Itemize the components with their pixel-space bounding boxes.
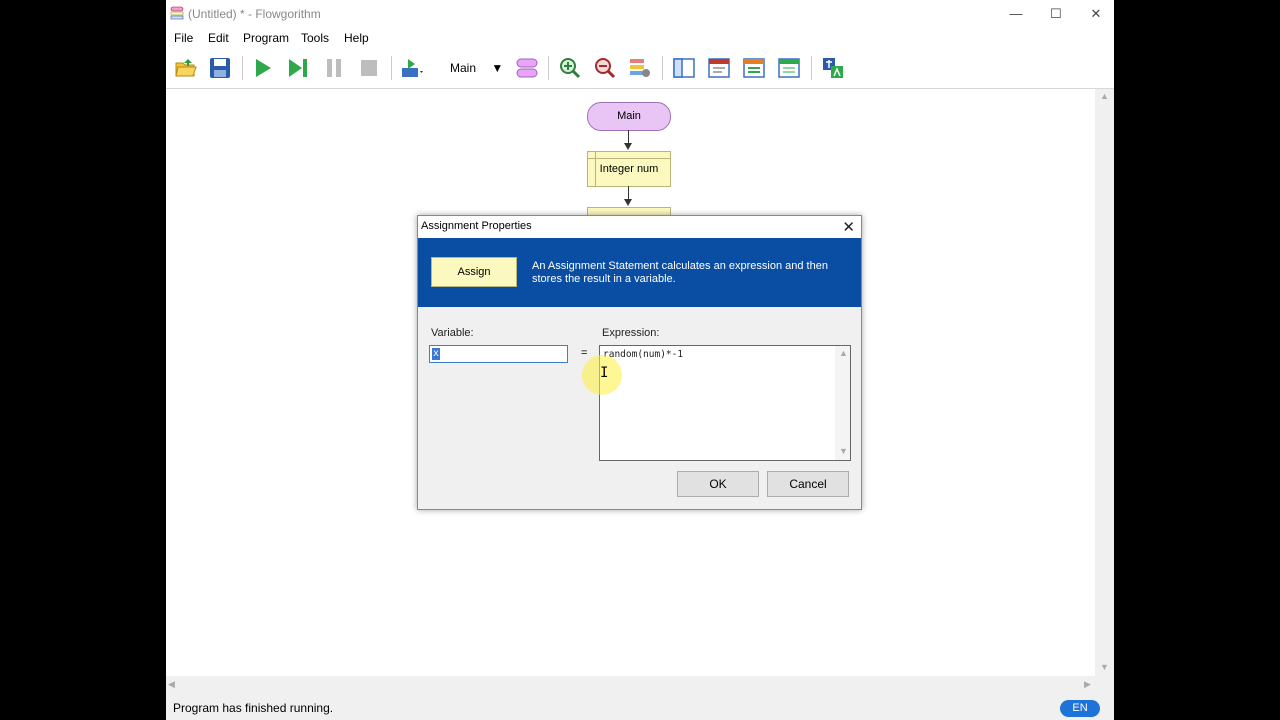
toolbar-separator <box>662 56 663 80</box>
function-select[interactable]: Main ▼ <box>450 58 503 78</box>
console-window-icon[interactable] <box>707 56 731 80</box>
toolbar-separator <box>391 56 392 80</box>
status-bar: Program has finished running. EN <box>166 696 1114 720</box>
step-icon[interactable] <box>286 56 310 80</box>
toolbar-separator <box>242 56 243 80</box>
expression-input-value: random(num)*-1 <box>603 349 684 360</box>
run-icon[interactable] <box>251 56 275 80</box>
maximize-icon[interactable]: ☐ <box>1038 4 1074 24</box>
scroll-right-icon[interactable]: ▶ <box>1084 679 1091 690</box>
manage-functions-icon[interactable] <box>515 56 539 80</box>
source-code-window-icon[interactable] <box>777 56 801 80</box>
close-icon[interactable]: ✕ <box>842 218 855 236</box>
horizontal-scrollbar[interactable]: ◀ ▶ <box>166 676 1095 694</box>
dialog-title-bar: Assignment Properties ✕ <box>418 216 861 238</box>
scroll-up-icon[interactable]: ▲ <box>1100 91 1109 101</box>
layout-settings-icon[interactable] <box>628 56 652 80</box>
dialog-description: An Assignment Statement calculates an ex… <box>532 260 828 285</box>
zoom-out-icon[interactable] <box>593 56 617 80</box>
scroll-down-icon[interactable]: ▼ <box>839 446 848 456</box>
split-view-icon[interactable] <box>672 56 696 80</box>
flow-arrow-head <box>624 143 632 150</box>
expression-scrollbar[interactable]: ▲ ▼ <box>835 346 850 460</box>
toolbar: Main ▼ <box>166 48 1114 89</box>
menu-tools[interactable]: Tools <box>301 31 329 45</box>
window-title: (Untitled) * - Flowgorithm <box>188 7 321 21</box>
text-cursor-icon: I <box>600 365 609 381</box>
scroll-up-icon[interactable]: ▲ <box>839 348 848 358</box>
status-message: Program has finished running. <box>173 701 334 715</box>
menu-bar: File Edit Program Tools Help <box>166 28 1114 48</box>
flow-arrow-head <box>624 199 632 206</box>
menu-file[interactable]: File <box>174 31 193 45</box>
variables-window-icon[interactable] <box>742 56 766 80</box>
assign-shape-preview: Assign <box>431 257 517 287</box>
flow-arrow-line <box>628 186 629 199</box>
scroll-left-icon[interactable]: ◀ <box>168 679 175 690</box>
function-select-value: Main <box>450 61 477 75</box>
declare-node-divider <box>588 158 670 159</box>
save-icon[interactable] <box>208 56 232 80</box>
flow-arrow-line <box>628 130 629 143</box>
close-icon[interactable]: ✕ <box>1078 4 1114 24</box>
menu-edit[interactable]: Edit <box>208 31 229 45</box>
variable-label: Variable: <box>431 327 474 339</box>
menu-help[interactable]: Help <box>344 31 369 45</box>
stop-icon[interactable] <box>357 56 381 80</box>
cancel-button[interactable]: Cancel <box>767 471 849 497</box>
toolbar-separator <box>548 56 549 80</box>
variable-input-value: x <box>432 348 441 360</box>
minimize-icon[interactable]: — <box>998 4 1034 24</box>
zoom-in-icon[interactable] <box>558 56 582 80</box>
toolbar-separator <box>811 56 812 80</box>
dialog-title: Assignment Properties <box>421 220 532 232</box>
expression-label: Expression: <box>602 327 660 339</box>
variable-input[interactable]: x <box>429 345 568 363</box>
vertical-scrollbar[interactable]: ▲ ▼ <box>1095 89 1114 676</box>
declare-node[interactable]: Integer num <box>587 151 671 187</box>
app-logo-icon <box>170 6 184 20</box>
assignment-properties-dialog: Assignment Properties ✕ Assign An Assign… <box>417 215 862 510</box>
run-speed-icon[interactable] <box>400 56 424 80</box>
ok-button[interactable]: OK <box>677 471 759 497</box>
language-badge[interactable]: EN <box>1060 700 1100 717</box>
open-folder-icon[interactable] <box>174 56 198 80</box>
pause-icon[interactable] <box>322 56 346 80</box>
scroll-down-icon[interactable]: ▼ <box>1100 662 1109 672</box>
declare-node-label: Integer num <box>599 163 659 175</box>
translate-icon[interactable] <box>821 56 845 80</box>
flowchart-start-node[interactable]: Main <box>587 102 671 131</box>
title-bar: (Untitled) * - Flowgorithm — ☐ ✕ <box>166 0 1114 28</box>
dialog-body: Variable: Expression: x = random(num)*-1… <box>418 307 861 509</box>
dialog-banner: Assign An Assignment Statement calculate… <box>418 238 861 307</box>
equals-sign: = <box>581 347 588 359</box>
menu-program[interactable]: Program <box>243 31 289 45</box>
expression-input[interactable]: random(num)*-1 ▲ ▼ <box>599 345 851 461</box>
chevron-down-icon: ▼ <box>491 61 504 75</box>
